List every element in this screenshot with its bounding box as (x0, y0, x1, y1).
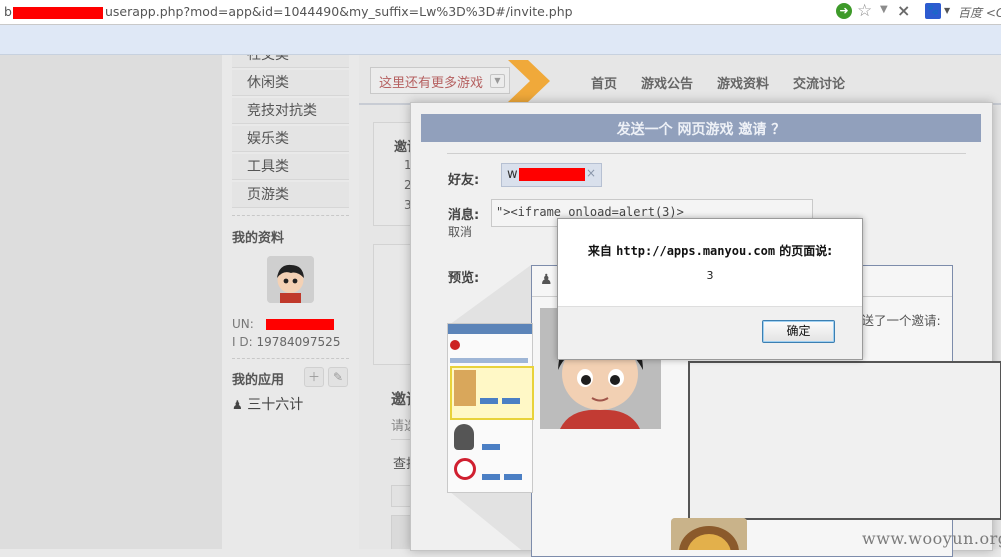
sidebar-item-casual[interactable]: 休闲类 (232, 70, 349, 96)
thumb-button (502, 398, 520, 404)
url-path: userapp.php?mod=app&id=1044490&my_suffix… (104, 4, 573, 19)
thumb-avatar (454, 424, 474, 450)
url-text[interactable]: b userapp.php?mod=app&id=1044490&my_suffi… (4, 4, 573, 19)
debian-swirl-icon (454, 458, 476, 480)
left-gutter (0, 55, 222, 549)
alert-body: 来自 http://apps.manyou.com 的页面说: 3 (558, 219, 862, 307)
app-item[interactable]: ♟ 三十六计 (232, 394, 303, 414)
baidu-paw-icon[interactable]: 🐾 (925, 3, 941, 19)
alert-message: 来自 http://apps.manyou.com 的页面说: (558, 242, 862, 259)
redacted-domain (12, 6, 103, 19)
edit-app-icon[interactable]: ✎ (328, 367, 348, 387)
bottom-avatar (671, 518, 747, 550)
injected-iframe (688, 361, 1001, 520)
thumb-highlight-image (454, 370, 476, 406)
thumb-icon (450, 340, 460, 350)
profile-title: 我的资料 (232, 231, 285, 246)
thumb-button (482, 444, 500, 450)
nav-announcements[interactable]: 游戏公告 (641, 73, 693, 92)
stop-icon[interactable]: × (897, 1, 910, 20)
sidebar-item-tools[interactable]: 工具类 (232, 154, 349, 180)
alert-value: 3 (706, 269, 714, 282)
engine-dropdown-icon[interactable]: ▼ (944, 6, 950, 15)
address-bar[interactable]: b userapp.php?mod=app&id=1044490&my_suffi… (0, 0, 1001, 25)
thumb-header (448, 324, 532, 334)
watermark: www.wooyun.org (862, 529, 1001, 548)
app-name: 三十六计 (247, 397, 304, 413)
thumb-button (482, 474, 500, 480)
ok-button[interactable]: 确定 (762, 320, 835, 343)
app-icon: ♟ (232, 398, 243, 412)
id-label: I D: (232, 335, 253, 349)
nav-home[interactable]: 首页 (591, 73, 617, 92)
go-icon[interactable]: ➜ (836, 3, 852, 19)
thumb-button (480, 398, 498, 404)
bookmark-star-icon[interactable]: ☆ (857, 1, 872, 21)
alert-dialog: 来自 http://apps.manyou.com 的页面说: 3 确定 (557, 218, 863, 360)
redacted-username (265, 319, 334, 330)
sidebar: 社交类 休闲类 竞技对抗类 娱乐类 工具类 页游类 我的资料 UN: I D: … (222, 55, 360, 549)
preview-thumbnail (447, 323, 534, 493)
nav-discussion[interactable]: 交流讨论 (793, 73, 845, 92)
divider (232, 215, 349, 216)
nav-arrow-icon (508, 60, 550, 102)
thumb-button (504, 474, 522, 480)
more-games-select[interactable]: 这里还有更多游戏 ▼ (370, 67, 510, 94)
sidebar-item-entertainment[interactable]: 娱乐类 (232, 126, 349, 152)
more-games-label: 这里还有更多游戏 (379, 76, 484, 91)
add-app-icon[interactable]: ＋ (304, 367, 324, 387)
alert-url: http://apps.manyou.com (616, 244, 776, 258)
thumb-highlight (450, 366, 534, 420)
sidebar-item-competitive[interactable]: 竞技对抗类 (232, 98, 349, 124)
bookmarks-toolbar (0, 25, 1001, 55)
sidebar-item-social[interactable]: 社交类 (232, 55, 349, 68)
divider (232, 358, 349, 359)
url-prefix: b (4, 4, 12, 19)
alert-prefix: 来自 (587, 244, 612, 258)
thumb-bar (450, 358, 528, 363)
preview-app-icon: ♟ (540, 272, 553, 288)
nav-game-info[interactable]: 游戏资料 (717, 73, 769, 92)
username-row: UN: (232, 317, 334, 331)
sidebar-item-webgames[interactable]: 页游类 (232, 182, 349, 208)
chevron-down-icon[interactable]: ▼ (490, 74, 505, 88)
history-dropdown-icon[interactable]: ▼ (880, 4, 888, 15)
alert-suffix: 的页面说: (779, 244, 833, 258)
id-value: 19784097525 (256, 335, 341, 349)
avatar[interactable] (267, 256, 314, 303)
un-label: UN: (232, 317, 254, 331)
id-row: I D: 19784097525 (232, 335, 340, 349)
apps-title: 我的应用 (232, 373, 285, 388)
search-box[interactable]: 百度 <G (958, 4, 1001, 21)
